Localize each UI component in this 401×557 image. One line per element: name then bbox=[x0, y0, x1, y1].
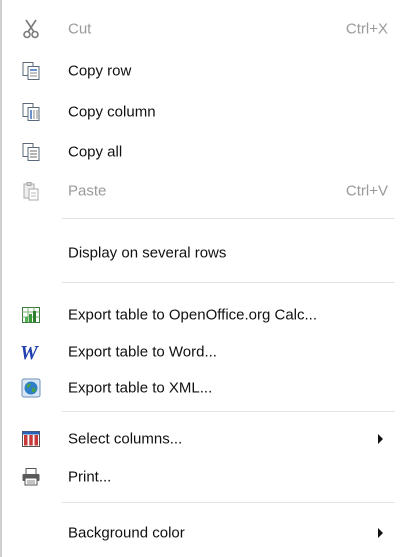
copy-all-icon bbox=[20, 141, 42, 163]
menu-item-cut[interactable]: Cut Ctrl+X bbox=[0, 10, 401, 48]
word-icon: W bbox=[20, 341, 42, 363]
copy-column-icon bbox=[20, 101, 42, 123]
menu-separator bbox=[62, 282, 395, 283]
submenu-arrow-icon bbox=[378, 434, 383, 444]
menu-item-label: Copy row bbox=[68, 62, 132, 80]
menu-item-export-calc[interactable]: Export table to OpenOffice.org Calc... bbox=[0, 296, 401, 334]
menu-item-print[interactable]: Print... bbox=[0, 458, 401, 496]
menu-item-label: Select columns... bbox=[68, 430, 183, 448]
printer-icon bbox=[20, 466, 42, 488]
menu-item-label: Display on several rows bbox=[68, 244, 227, 262]
menu-separator bbox=[62, 411, 395, 412]
menu-separator bbox=[62, 218, 395, 219]
menu-item-label: Paste bbox=[68, 182, 107, 200]
menu-item-label: Cut bbox=[68, 20, 92, 38]
menu-item-select-columns[interactable]: Select columns... bbox=[0, 420, 401, 458]
context-menu: Cut Ctrl+X Copy row Copy column Copy all… bbox=[0, 0, 401, 557]
shortcut-label: Ctrl+V bbox=[345, 182, 388, 200]
copy-row-icon bbox=[20, 60, 42, 82]
scissors-icon bbox=[20, 18, 42, 40]
menu-item-label: Export table to OpenOffice.org Calc... bbox=[68, 306, 318, 324]
menu-item-copy-all[interactable]: Copy all bbox=[0, 133, 401, 171]
menu-item-label: Export table to XML... bbox=[68, 379, 213, 397]
menu-item-copy-column[interactable]: Copy column bbox=[0, 93, 401, 131]
menu-item-export-word[interactable]: W Export table to Word... bbox=[0, 333, 401, 371]
columns-icon bbox=[20, 428, 42, 450]
menu-item-label: Copy all bbox=[68, 143, 123, 161]
menu-item-paste[interactable]: Paste Ctrl+V bbox=[0, 172, 401, 210]
menu-item-export-xml[interactable]: Export table to XML... bbox=[0, 369, 401, 407]
menu-item-label: Print... bbox=[68, 468, 112, 486]
shortcut-label: Ctrl+X bbox=[345, 20, 388, 38]
menu-item-label: Copy column bbox=[68, 103, 156, 121]
paste-icon bbox=[20, 180, 42, 202]
svg-text:W: W bbox=[20, 342, 39, 363]
menu-item-label: Export table to Word... bbox=[68, 343, 217, 361]
menu-item-label: Background color bbox=[68, 524, 185, 542]
submenu-arrow-icon bbox=[378, 528, 383, 538]
menu-item-background-color[interactable]: Background color bbox=[0, 514, 401, 552]
globe-icon bbox=[20, 377, 42, 399]
menu-separator bbox=[62, 502, 395, 503]
spreadsheet-icon bbox=[20, 304, 42, 326]
menu-item-copy-row[interactable]: Copy row bbox=[0, 52, 401, 90]
menu-item-display-several-rows[interactable]: Display on several rows bbox=[0, 234, 401, 272]
